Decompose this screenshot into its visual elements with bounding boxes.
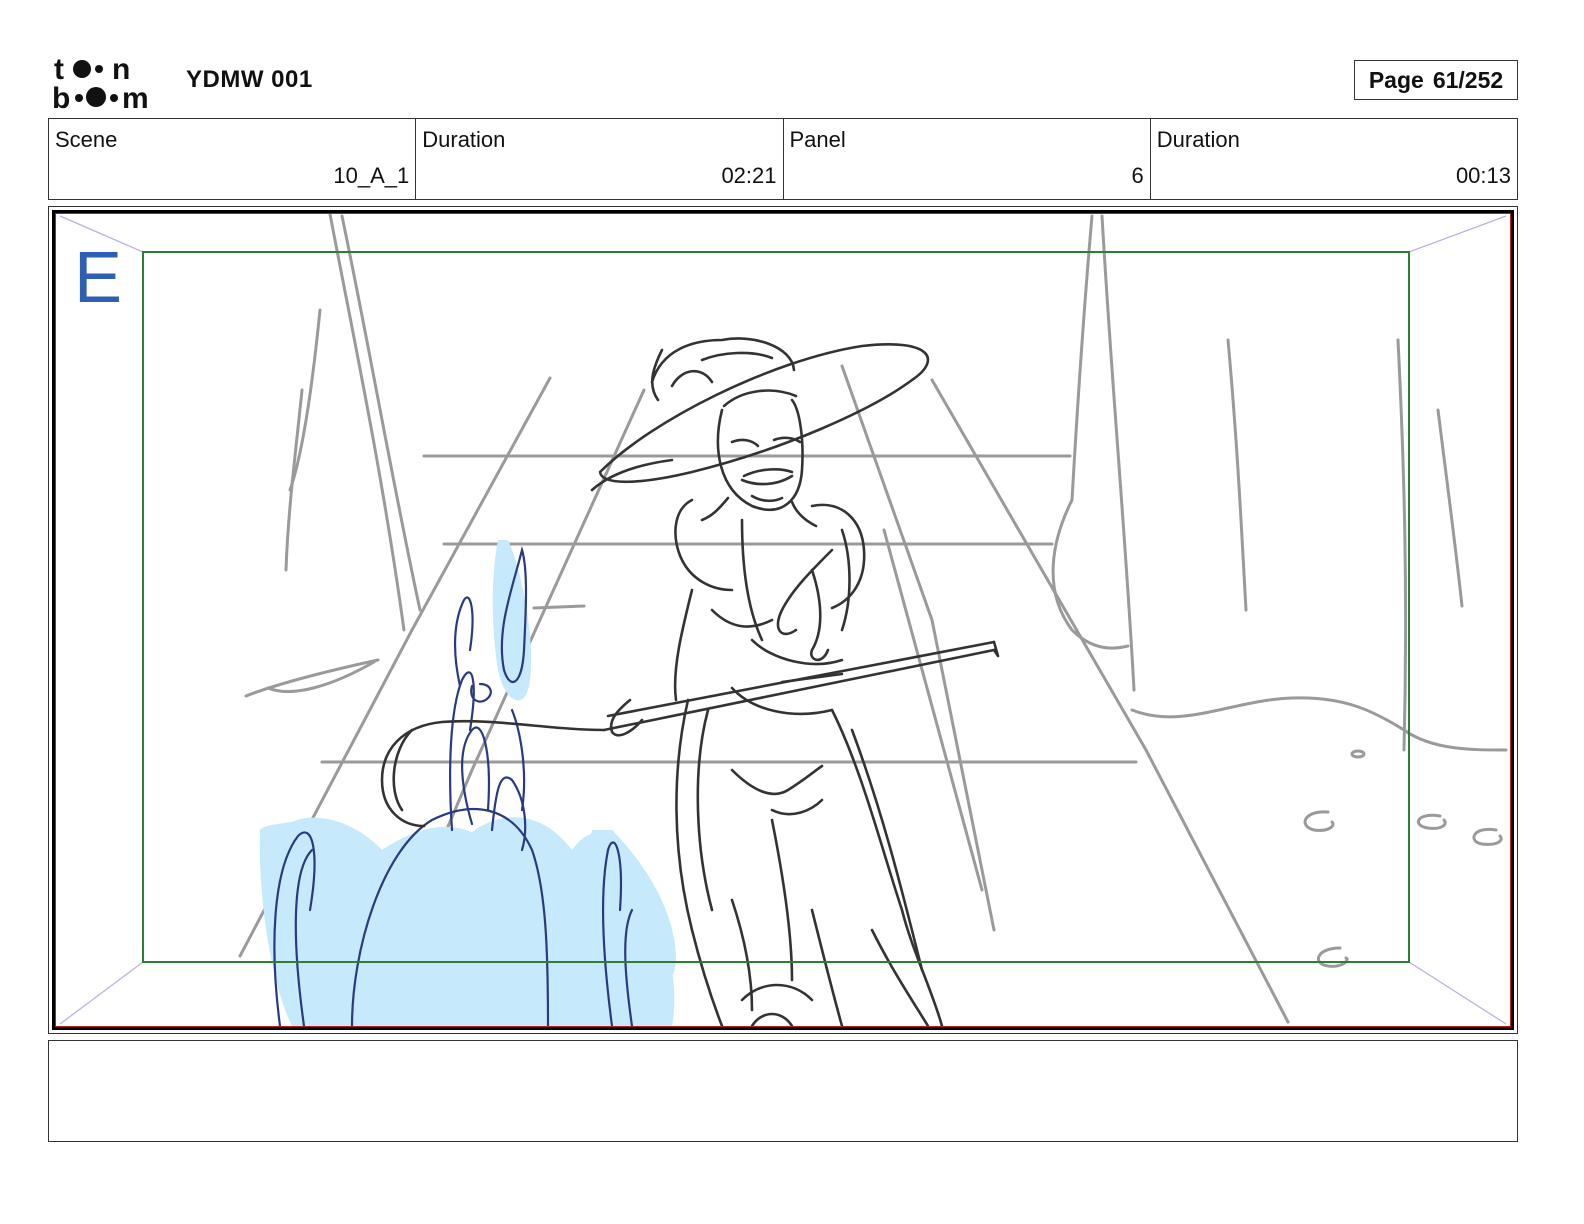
- scene-label: Scene: [55, 127, 118, 152]
- svg-text:m: m: [122, 82, 149, 110]
- layer-marker: E: [74, 238, 122, 318]
- project-title: YDMW 001: [186, 66, 313, 93]
- panel-value: 6: [1131, 163, 1144, 188]
- storyboard-panel: E: [52, 210, 1514, 1030]
- toonboom-logo: t n b m: [52, 53, 149, 110]
- panel-cell: Panel 6: [784, 119, 1151, 199]
- panel-duration-cell: Duration 00:13: [1151, 119, 1517, 199]
- page-label: Page: [1368, 66, 1424, 93]
- scene-info-table: Scene 10_A_1 Duration 02:21 Panel 6 Dura…: [48, 118, 1518, 200]
- panel-label: Panel: [789, 127, 846, 152]
- panel-duration-label: Duration: [1156, 127, 1240, 152]
- svg-text:b: b: [52, 82, 70, 110]
- scene-duration-value: 02:21: [721, 163, 777, 188]
- panel-notes[interactable]: [48, 1040, 1518, 1142]
- scene-cell: Scene 10_A_1: [49, 119, 417, 199]
- page-indicator: Page 61/252: [1354, 60, 1518, 100]
- scene-duration-label: Duration: [422, 127, 506, 152]
- page-number: 61/252: [1432, 66, 1504, 93]
- scene-value: 10_A_1: [333, 163, 410, 188]
- panel-duration-value: 00:13: [1455, 163, 1511, 188]
- scene-duration-cell: Duration 02:21: [416, 119, 784, 199]
